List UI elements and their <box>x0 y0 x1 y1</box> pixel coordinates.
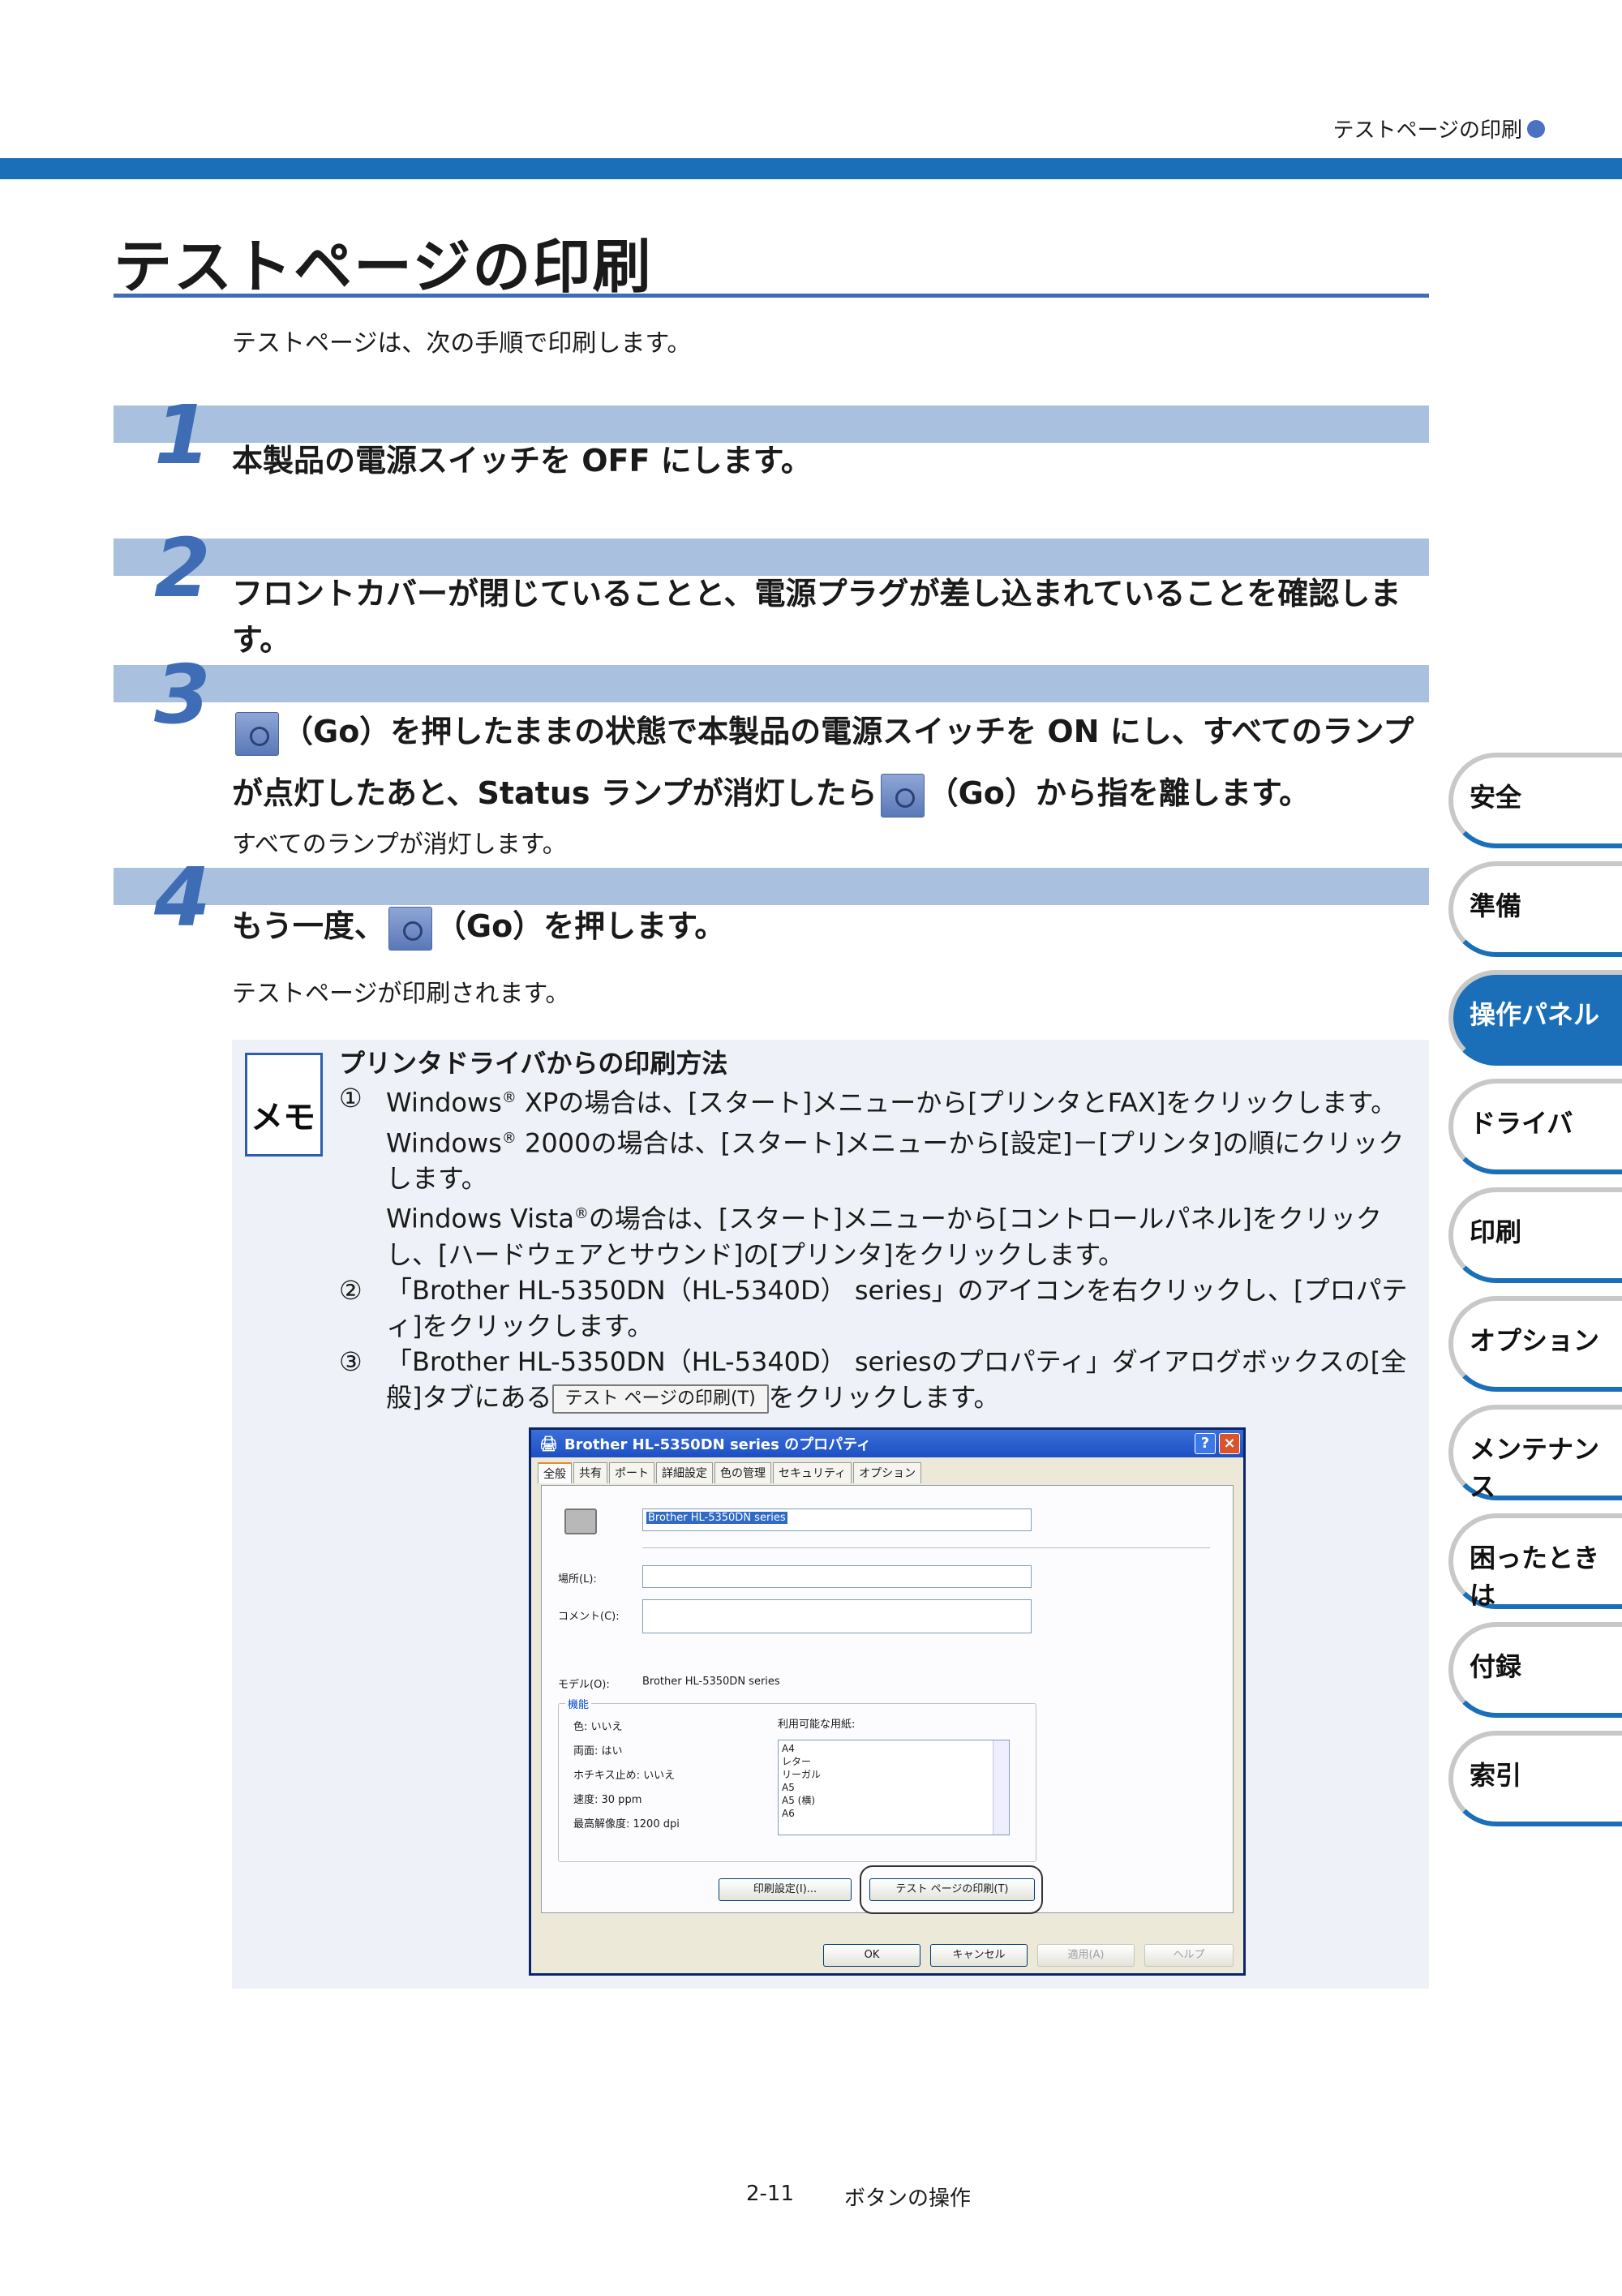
side-tab-setup[interactable]: 準備 <box>1448 861 1622 957</box>
intro-text: テストページは、次の手順で印刷します。 <box>232 329 692 358</box>
features-group: 機能 色: いいえ 両面: はい ホチキス止め: いいえ 速度: 30 ppm … <box>558 1696 1036 1862</box>
step-4-bar <box>114 868 1429 905</box>
dialog-titlebar: 🖨 Brother HL-5350DN series のプロパティ ? × <box>531 1430 1243 1457</box>
go-button-icon <box>880 773 925 818</box>
step-3-number: 3 <box>154 647 211 742</box>
step-3-text-b: （Go）から指を離します。 <box>927 775 1311 811</box>
step-2-text: フロントカバーが閉じていることと、電源プラグが差し込まれていることを確認します。 <box>232 576 1401 658</box>
close-icon[interactable]: × <box>1219 1433 1240 1454</box>
help-button[interactable]: ヘルプ <box>1144 1944 1234 1967</box>
comment-label: コメント(C): <box>558 1611 620 1623</box>
apply-button[interactable]: 適用(A) <box>1037 1944 1135 1967</box>
dialog-tabs: 全般 共有 ポート 詳細設定 色の管理 セキュリティ オプション <box>531 1457 1243 1483</box>
step-3-bar <box>114 665 1429 702</box>
side-tab-printing[interactable]: 印刷 <box>1448 1187 1622 1283</box>
section-name: ボタンの操作 <box>844 2187 972 2211</box>
paper-scrollbar[interactable] <box>993 1740 1009 1835</box>
printer-icon <box>564 1508 597 1534</box>
model-value: Brother HL-5350DN series <box>642 1676 780 1688</box>
footer: 2-11 ボタンの操作 <box>746 2182 971 2212</box>
tab-options[interactable]: オプション <box>853 1462 922 1483</box>
step-4-text: もう一度、 （Go）を押します。 <box>232 903 1429 951</box>
running-header-title: テストページの印刷 <box>1332 118 1522 143</box>
cancel-button[interactable]: キャンセル <box>930 1944 1028 1967</box>
test-page-button-ref: テスト ページの印刷(T) <box>551 1384 769 1414</box>
printer-small-icon: 🖨 <box>539 1435 558 1453</box>
side-tab-options[interactable]: オプション <box>1448 1296 1622 1392</box>
side-tab-appendix[interactable]: 付録 <box>1448 1622 1622 1718</box>
tab-security[interactable]: セキュリティ <box>773 1462 852 1483</box>
side-tab-index[interactable]: 索引 <box>1448 1731 1622 1826</box>
tab-sharing[interactable]: 共有 <box>573 1462 607 1483</box>
side-tab-control-panel[interactable]: 操作パネル <box>1448 970 1622 1066</box>
help-icon[interactable]: ? <box>1195 1433 1216 1454</box>
step-4-number: 4 <box>154 850 211 945</box>
side-tab-driver[interactable]: ドライバ <box>1448 1079 1622 1174</box>
features-list: 色: いいえ 両面: はい ホチキス止め: いいえ 速度: 30 ppm 最高解… <box>573 1721 680 1830</box>
model-label: モデル(O): <box>558 1679 610 1691</box>
highlight-circle <box>860 1865 1043 1914</box>
step-4-result: テストページが印刷されます。 <box>232 980 570 1008</box>
paper-label: 利用可能な用紙: <box>778 1719 856 1731</box>
memo-list: ① Windows® XPの場合は、[スタート]メニューから[プリンタとFAX]… <box>339 1080 1426 1415</box>
side-tab-safety[interactable]: 安全 <box>1448 753 1622 848</box>
memo-item-1: ① Windows® XPの場合は、[スタート]メニューから[プリンタとFAX]… <box>339 1083 1405 1270</box>
tab-color[interactable]: 色の管理 <box>714 1462 771 1483</box>
step-3-result: すべてのランプが消灯します。 <box>232 830 567 859</box>
step-4-text-b: （Go）を押します。 <box>435 908 726 944</box>
location-label: 場所(L): <box>558 1573 597 1586</box>
general-panel: Brother HL-5350DN series 場所(L): コメント(C):… <box>541 1485 1234 1914</box>
tab-general[interactable]: 全般 <box>538 1462 572 1483</box>
memo-item-2: ② 「Brother HL-5350DN（HL-5340D） series」のア… <box>339 1274 1408 1341</box>
print-preferences-button[interactable]: 印刷設定(I)... <box>719 1878 852 1901</box>
step-4-text-a: もう一度、 <box>232 908 385 944</box>
header-band <box>0 158 1622 179</box>
properties-dialog: 🖨 Brother HL-5350DN series のプロパティ ? × 全般… <box>529 1427 1246 1976</box>
ok-button[interactable]: OK <box>823 1944 920 1967</box>
side-tab-maintenance[interactable]: メンテナンス <box>1448 1405 1622 1502</box>
page-number: 2-11 <box>746 2182 795 2206</box>
running-header: テストページの印刷 <box>1333 114 1545 144</box>
go-button-icon <box>388 906 432 951</box>
step-1-text: 本製品の電源スイッチを OFF にします。 <box>232 443 812 479</box>
paper-list[interactable]: A4 レター リーガル A5 A5 (横) A6 <box>778 1740 1010 1835</box>
side-tab-troubleshooting[interactable]: 困ったときは <box>1448 1513 1622 1611</box>
step-3-text: （Go）を押したままの状態で本製品の電源スイッチを ON にし、すべてのランプが… <box>232 701 1429 824</box>
location-field[interactable] <box>642 1565 1032 1588</box>
dialog-title: Brother HL-5350DN series のプロパティ <box>564 1436 872 1453</box>
memo-icon: メモ <box>245 1053 323 1157</box>
go-button-icon <box>235 711 279 756</box>
page-title: テストページの印刷 <box>114 233 653 301</box>
memo-title: プリンタドライバからの印刷方法 <box>339 1048 728 1079</box>
step-2-number: 2 <box>154 521 211 616</box>
memo-item-3: ③ 「Brother HL-5350DN（HL-5340D） seriesのプロ… <box>339 1345 1407 1414</box>
tab-ports[interactable]: ポート <box>609 1462 654 1483</box>
tab-advanced[interactable]: 詳細設定 <box>656 1462 713 1483</box>
printer-name-field[interactable]: Brother HL-5350DN series <box>642 1508 1032 1531</box>
separator <box>642 1547 1210 1548</box>
title-rule <box>114 294 1429 298</box>
step-1-number: 1 <box>154 388 211 483</box>
comment-field[interactable] <box>642 1599 1032 1633</box>
bullet-dot-icon <box>1527 119 1545 138</box>
features-legend: 機能 <box>565 1696 592 1711</box>
